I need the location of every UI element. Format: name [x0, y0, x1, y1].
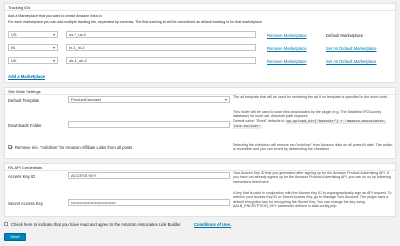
secret-key-label: Secret Access Key [8, 201, 43, 206]
nofollow-help-text: Selecting the checkbox will remove rel="… [233, 143, 393, 152]
set-default-marketplace-button-uk[interactable]: Set As Default Marketplace [326, 59, 377, 64]
tracking-ids-title: Tracking IDs [8, 5, 31, 10]
marketplace-select-in[interactable]: IN ▾ [8, 44, 58, 51]
access-key-help-text: Your Access Key ID that you generated af… [233, 171, 391, 184]
access-key-input[interactable]: ACCESS KEY [68, 172, 230, 179]
downloads-folder-input[interactable] [68, 121, 230, 128]
folder-default-value: Default value: "Bmrk" defaults to wp-upl… [233, 119, 393, 130]
add-marketplace-link[interactable]: Add a Marketplace [8, 74, 45, 79]
terms-text: Check here to indicate that you have rea… [11, 222, 181, 227]
tracking-ids-panel: Tracking IDs Add a Marketplace that you … [4, 3, 396, 83]
site-wide-settings-panel: Site Wide Settings Default Template Prod… [4, 87, 396, 159]
default-template-label: Default Template [8, 98, 40, 103]
chevron-down-icon: ▾ [52, 32, 55, 37]
marketplace-select-uk[interactable]: UK ▾ [8, 57, 58, 64]
folder-default-code: "Bmrk" defaults to [255, 119, 285, 123]
remove-marketplace-button-us[interactable]: Remove Marketplace [267, 33, 307, 38]
remove-marketplace-button-uk[interactable]: Remove Marketplace [267, 59, 307, 64]
secret-key-help-text: A key that is used in conjunction with t… [233, 191, 392, 209]
set-default-marketplace-button-in[interactable]: Set As Default Marketplace [326, 46, 377, 51]
remove-marketplace-button-in[interactable]: Remove Marketplace [267, 46, 307, 51]
default-template-value: ProductCarousel [71, 97, 101, 102]
pa-api-credentials-header: PA-API Credentials [5, 164, 395, 171]
chevron-down-icon: ▾ [224, 97, 227, 102]
folder-default-prefix: Default value: [233, 119, 255, 123]
tracking-id-input-uk[interactable]: uk-1_uk-2 [66, 57, 256, 64]
marketplace-value: IN [11, 45, 15, 50]
tracking-id-input-in[interactable]: in-1_in-2 [66, 44, 256, 51]
downloads-folder-label: Downloads Folder [8, 123, 42, 128]
site-wide-settings-title: Site Wide Settings [8, 89, 41, 94]
remove-nofollow-label: Remove rel= "nofollow" for Amazon Affili… [15, 145, 133, 150]
tracking-intro-1: Add a Marketplace that you want to creat… [8, 14, 103, 18]
secret-key-input[interactable]: •••••••••••••••••••••••••••••••• [68, 199, 230, 206]
site-wide-settings-header: Site Wide Settings [5, 88, 395, 95]
marketplace-value: UK [11, 58, 17, 63]
template-help-text: The ad template that will be used for re… [233, 95, 389, 99]
tracking-id-input-us[interactable]: us-*_us-2 [66, 31, 256, 38]
pa-api-credentials-title: PA-API Credentials [8, 165, 43, 170]
tracking-intro-2: For each marketplace you can add multipl… [8, 20, 263, 24]
chevron-down-icon: ▾ [52, 58, 55, 63]
marketplace-value: US [11, 32, 17, 37]
tracking-ids-header: Tracking IDs [5, 4, 395, 11]
conditions-of-use-link[interactable]: Conditions of Use. [194, 222, 231, 227]
terms-checkbox[interactable] [4, 222, 8, 226]
chevron-down-icon: ▾ [52, 45, 55, 50]
pa-api-credentials-panel: PA-API Credentials Access Key ID ACCESS … [4, 163, 396, 217]
default-marketplace-label: Default Marketplace [326, 32, 364, 38]
remove-nofollow-checkbox[interactable] [8, 145, 12, 149]
folder-help-text: This folder will be used to save files d… [233, 110, 382, 119]
marketplace-select-us[interactable]: US ▾ [8, 31, 58, 38]
access-key-label: Access Key ID [8, 174, 36, 179]
default-template-select[interactable]: ProductCarousel ▾ [68, 96, 230, 103]
